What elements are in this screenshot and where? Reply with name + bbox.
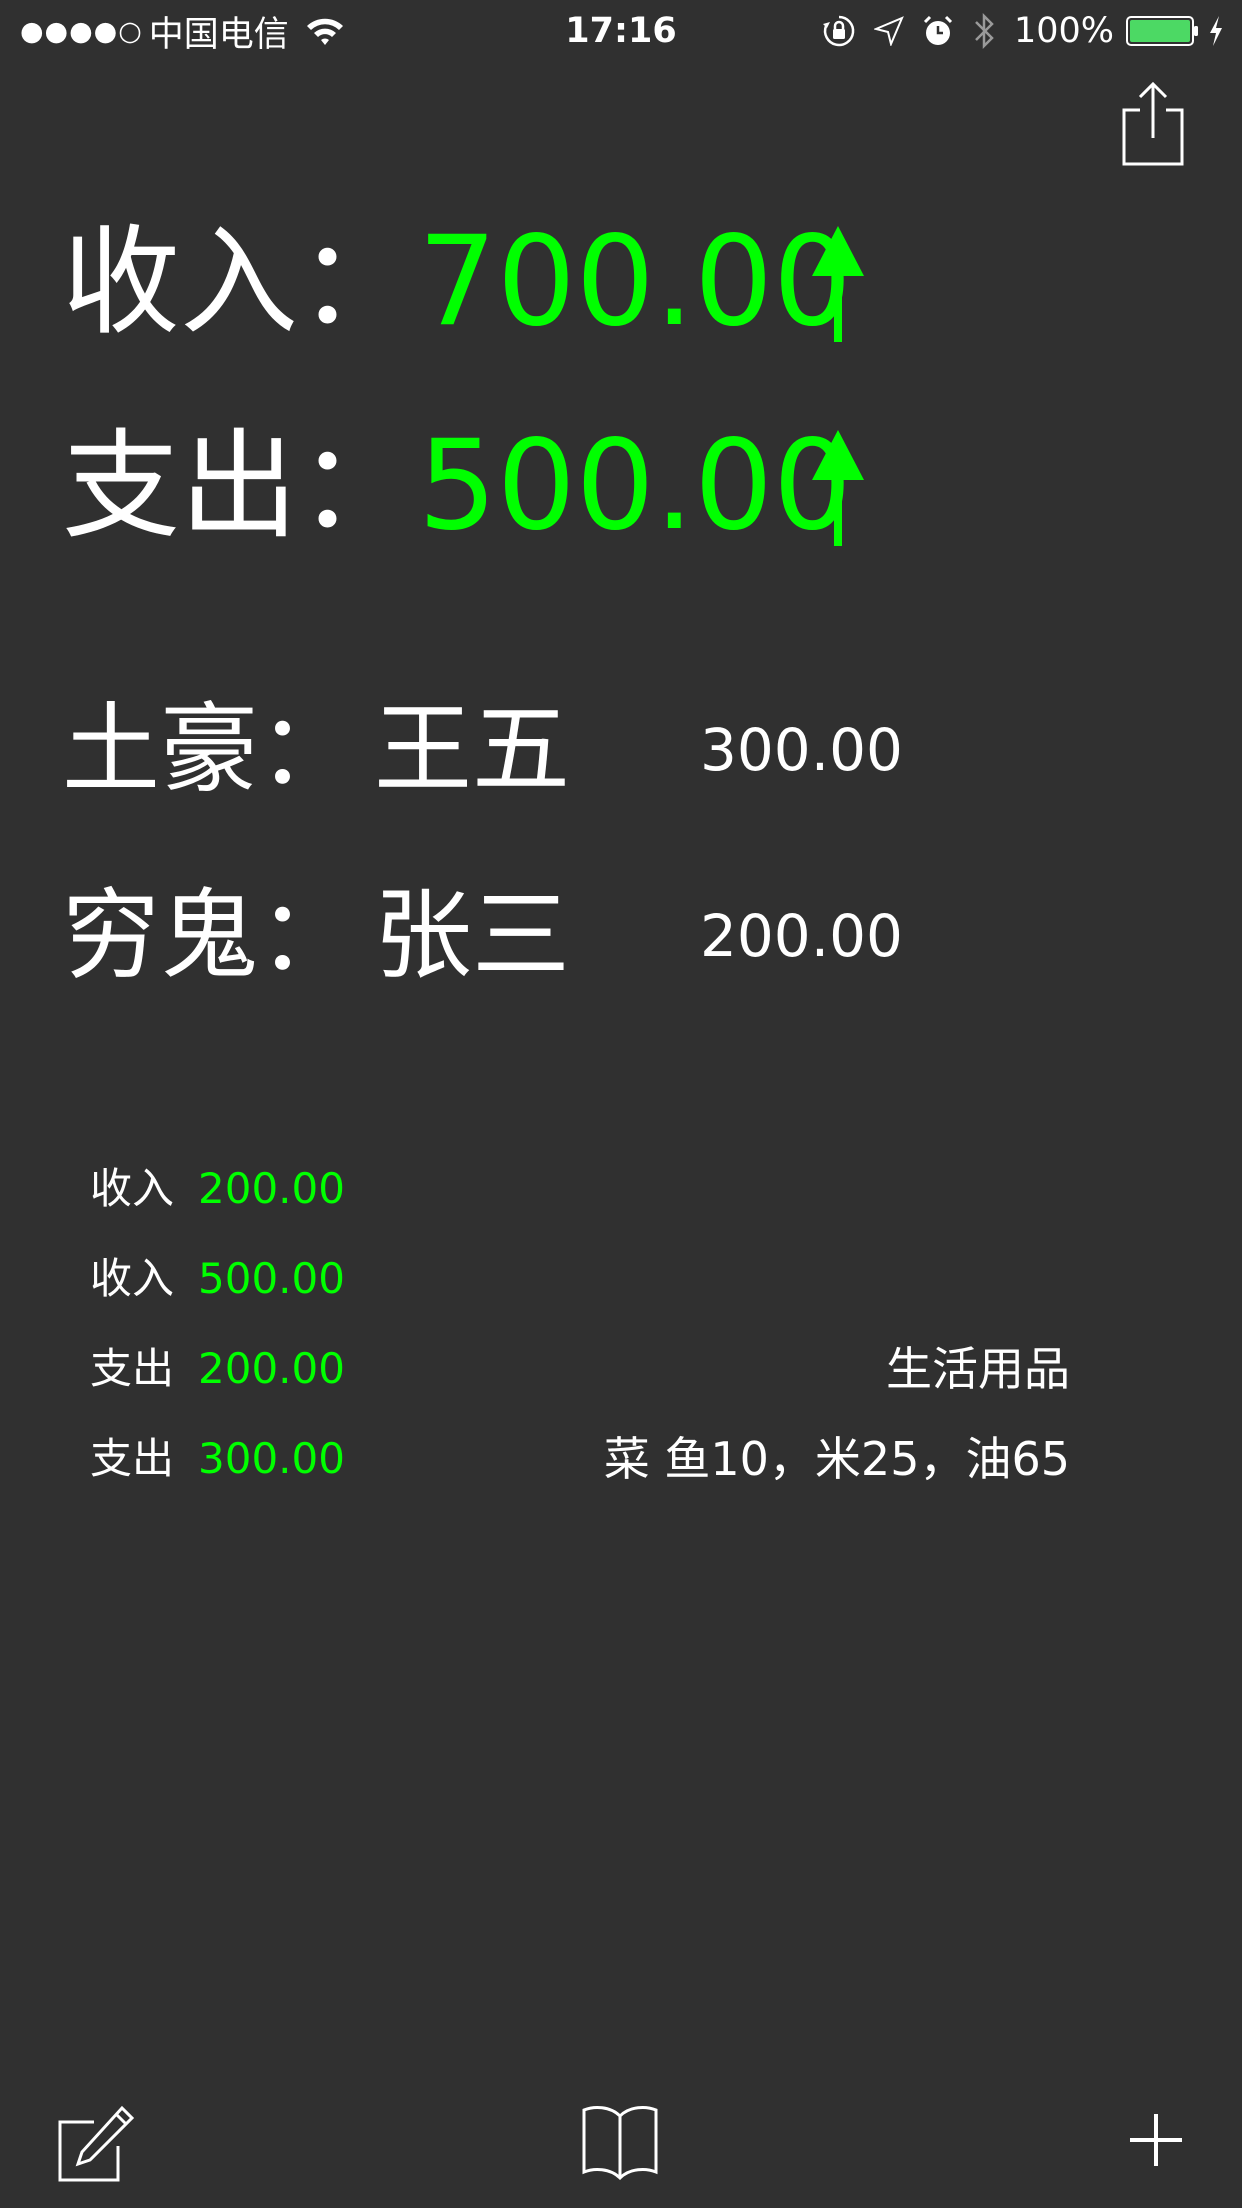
transaction-amount: 200.00 (198, 1164, 345, 1213)
status-bar: ●●●●○ 中国电信 17:16 100% (0, 0, 1242, 62)
transaction-amount: 200.00 (198, 1344, 345, 1393)
rich-amount: 300.00 (700, 716, 903, 784)
transaction-row[interactable]: 收入 200.00 (90, 1154, 1090, 1224)
transaction-type: 支出 (90, 1344, 175, 1393)
add-icon[interactable] (1128, 2112, 1184, 2168)
status-bar-right: 100% (822, 8, 1224, 54)
bluetooth-icon (975, 12, 994, 50)
compose-icon[interactable] (56, 2104, 136, 2184)
charging-icon (1210, 16, 1222, 46)
battery-icon (1126, 16, 1198, 46)
poor-label: 穷鬼： (62, 879, 357, 993)
app-screen: ●●●●○ 中国电信 17:16 100% 收入： 700.00 支出： 500… (0, 0, 1242, 2208)
poor-name: 张三 (374, 879, 571, 993)
arrow-up-icon (812, 430, 864, 546)
location-icon (873, 16, 904, 46)
expense-value: 500.00 (418, 414, 852, 558)
transaction-amount: 500.00 (198, 1254, 345, 1303)
poor-amount: 200.00 (700, 902, 903, 970)
arrow-up-icon (812, 226, 864, 342)
bottom-toolbar (0, 2080, 1242, 2208)
book-icon[interactable] (580, 2102, 660, 2180)
transaction-type: 收入 (90, 1164, 175, 1213)
battery-percent: 100% (1013, 11, 1114, 51)
rich-name: 王五 (374, 693, 571, 807)
income-label: 收入： (62, 213, 417, 351)
transaction-note: 菜 鱼10，米25，油65 (603, 1432, 1070, 1486)
alarm-icon (923, 15, 952, 45)
income-value: 700.00 (418, 210, 852, 354)
transaction-type: 支出 (90, 1434, 175, 1483)
transaction-amount: 300.00 (198, 1434, 345, 1483)
rich-label: 土豪： (62, 693, 357, 807)
orientation-lock-icon (822, 15, 855, 47)
expense-label: 支出： (62, 417, 417, 555)
transaction-row[interactable]: 收入 500.00 (90, 1244, 1090, 1314)
transaction-row[interactable]: 支出 200.00 生活用品 (90, 1334, 1090, 1404)
transaction-type: 收入 (90, 1254, 175, 1303)
share-icon[interactable] (1118, 80, 1188, 166)
transaction-note: 生活用品 (886, 1342, 1070, 1396)
transaction-row[interactable]: 支出 300.00 菜 鱼10，米25，油65 (90, 1424, 1090, 1494)
